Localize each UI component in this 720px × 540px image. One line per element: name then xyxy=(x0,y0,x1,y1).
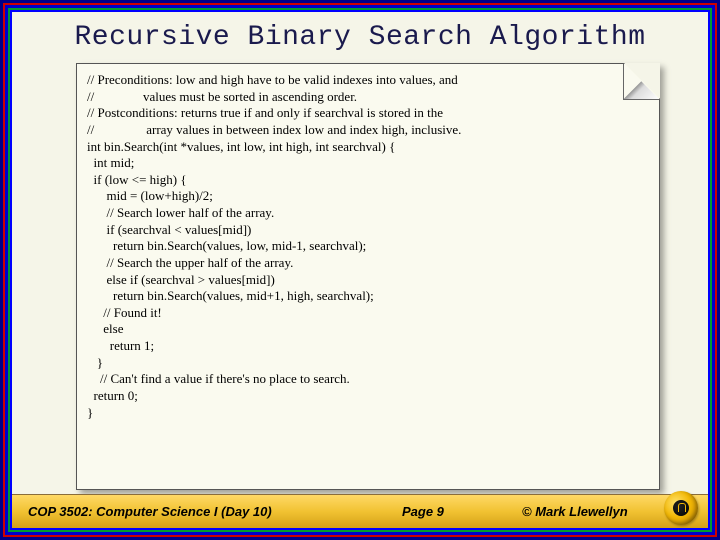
page-fold-icon xyxy=(624,63,660,99)
slide-mid-border: Recursive Binary Search Algorithm // Pre… xyxy=(5,5,715,535)
footer-copyright: © Mark Llewellyn xyxy=(522,504,628,519)
slide-canvas: Recursive Binary Search Algorithm // Pre… xyxy=(10,10,710,530)
footer-page: Page 9 xyxy=(402,504,444,519)
code-listing: // Preconditions: low and high have to b… xyxy=(87,72,649,421)
footer-bar: COP 3502: Computer Science I (Day 10) Pa… xyxy=(12,494,708,528)
content-area: // Preconditions: low and high have to b… xyxy=(12,59,708,494)
ucf-logo-inner xyxy=(673,500,689,516)
slide-title: Recursive Binary Search Algorithm xyxy=(32,22,688,53)
footer-course: COP 3502: Computer Science I (Day 10) xyxy=(22,504,272,519)
slide-outer-border: Recursive Binary Search Algorithm // Pre… xyxy=(0,0,720,540)
ucf-logo-icon xyxy=(664,491,698,525)
title-area: Recursive Binary Search Algorithm xyxy=(12,12,708,59)
code-box: // Preconditions: low and high have to b… xyxy=(76,63,660,490)
